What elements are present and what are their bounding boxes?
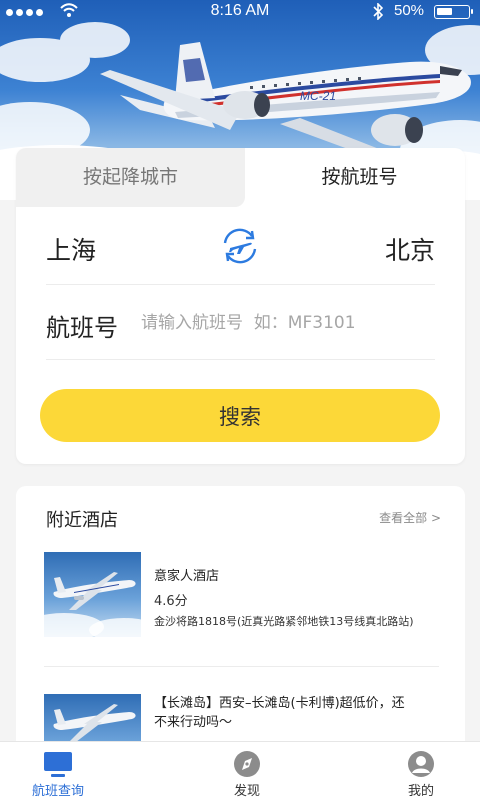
- hotel-list-item[interactable]: 【长滩岛】西安–长滩岛(卡利博)超低价，还不来行动吗～: [44, 694, 439, 746]
- bluetooth-icon: [373, 3, 383, 20]
- nearby-hotels-section: 附近酒店 查看全部 > 意家人酒店 4.6分 金沙将路1818号(近真光路紧邻地…: [16, 486, 465, 746]
- hotel-list-item[interactable]: 意家人酒店 4.6分 金沙将路1818号(近真光路紧邻地铁13号线真北路站): [44, 552, 439, 667]
- hotel-name: 意家人酒店: [154, 569, 220, 584]
- tab-by-flight-number[interactable]: 按航班号: [245, 148, 465, 207]
- swap-airplane-icon[interactable]: [219, 227, 261, 265]
- hotel-address: 金沙将路1818号(近真光路紧邻地铁13号线真北路站): [154, 615, 414, 628]
- tab-label: 发现: [233, 784, 260, 799]
- search-button[interactable]: 搜索: [40, 389, 440, 442]
- flight-number-row: 航班号: [46, 286, 435, 360]
- view-all-link[interactable]: 查看全部 >: [379, 509, 441, 526]
- section-title: 附近酒店: [46, 510, 118, 531]
- status-bar: 8:16 AM 50%: [0, 0, 480, 24]
- tab-by-city[interactable]: 按起降城市: [16, 148, 245, 207]
- battery-icon: [434, 5, 473, 19]
- user-icon: [408, 751, 434, 777]
- departure-city[interactable]: 上海: [46, 231, 96, 267]
- arrival-city[interactable]: 北京: [385, 231, 435, 267]
- tab-profile[interactable]: 我的: [366, 742, 476, 800]
- battery-percent: 50%: [394, 2, 425, 19]
- hotel-score: 4.6分: [154, 594, 188, 609]
- compass-icon: [234, 751, 260, 777]
- tab-flight-search[interactable]: 航班查询: [3, 742, 113, 800]
- airplane-photo: [53, 704, 136, 742]
- bottom-tab-bar: 航班查询 发现 我的: [0, 741, 480, 800]
- flight-number-input[interactable]: [141, 310, 431, 336]
- tab-discover[interactable]: 发现: [192, 742, 302, 800]
- monitor-icon: [44, 752, 72, 777]
- flight-number-label: 航班号: [46, 314, 118, 342]
- flight-search-card: 按起降城市 按航班号 上海 北京 航班号 搜索: [16, 148, 465, 464]
- tab-label: 我的: [407, 784, 434, 799]
- hotel-thumbnail: [44, 552, 141, 637]
- deal-description: 【长滩岛】西安–长滩岛(卡利博)超低价，还不来行动吗～: [154, 696, 405, 730]
- svg-text:MC-21: MC-21: [300, 89, 336, 103]
- city-row: 上海 北京: [46, 207, 435, 285]
- airplane-photo: [44, 572, 141, 637]
- hotel-thumbnail: [44, 694, 141, 746]
- tab-label: 航班查询: [31, 784, 84, 799]
